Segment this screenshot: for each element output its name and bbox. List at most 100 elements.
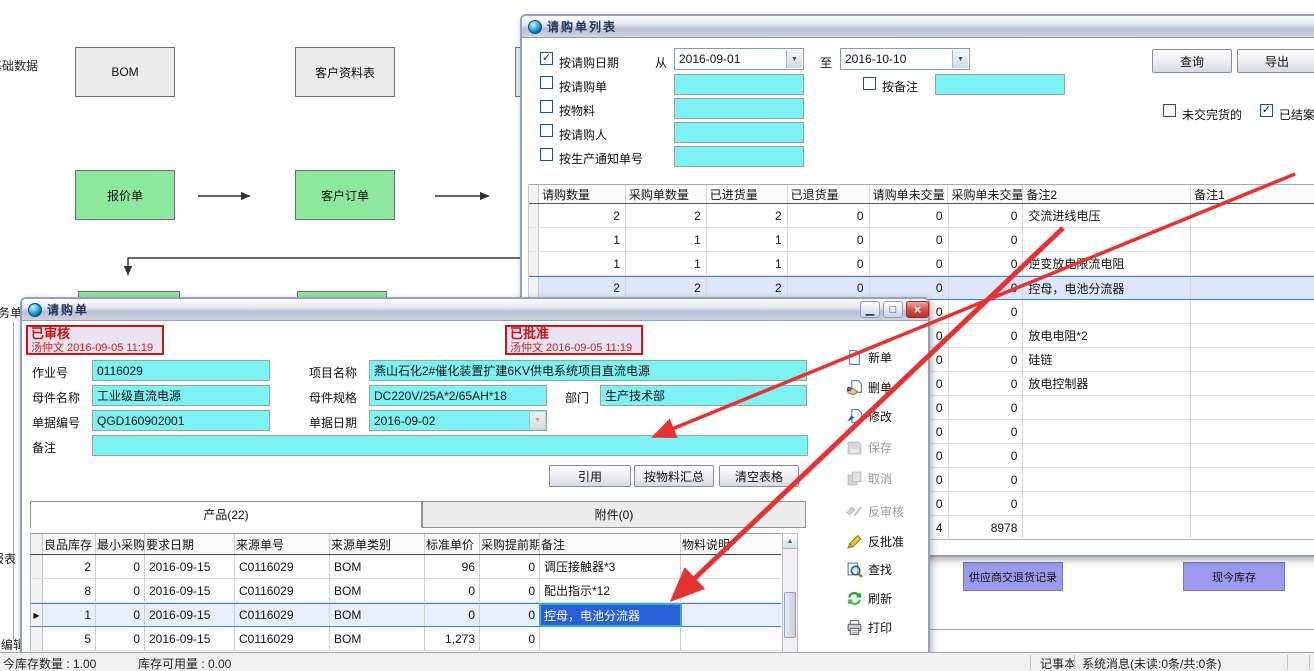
list-cell[interactable]: 逆变放电限流电阻 [1023, 252, 1191, 275]
tab-products[interactable]: 产品(22) [30, 501, 422, 528]
list-cell[interactable]: 0 [788, 252, 870, 275]
list-cell[interactable] [1191, 396, 1314, 419]
list-cell[interactable] [1023, 228, 1191, 251]
side-button-print[interactable]: 打印 [846, 616, 932, 638]
filter-by-material-checkbox[interactable]: ✓ [540, 100, 553, 113]
detail-cell[interactable]: 0 [96, 555, 145, 578]
detail-cell[interactable]: C0116029 [235, 579, 330, 602]
filter-by-requester-checkbox[interactable]: ✓ [540, 124, 553, 137]
list-column-header[interactable]: 已退货量 [788, 185, 870, 203]
close-button[interactable]: × [906, 301, 929, 318]
list-cell[interactable]: 0 [949, 300, 1024, 323]
flow-box-customer-info[interactable]: 客户资料表 [295, 47, 395, 97]
list-cell[interactable] [1023, 492, 1191, 515]
filter-requester-input[interactable] [674, 122, 804, 143]
detail-cell[interactable] [681, 579, 781, 602]
detail-column-header[interactable]: 备注 [540, 534, 681, 554]
detail-cell[interactable]: 0 [480, 555, 540, 578]
detail-cell[interactable]: BOM [330, 579, 425, 602]
list-cell[interactable]: 0 [949, 492, 1024, 515]
list-cell[interactable] [1191, 516, 1314, 539]
filter-notice-input[interactable] [674, 146, 804, 167]
detail-cell[interactable] [681, 555, 781, 578]
list-cell[interactable] [1191, 372, 1314, 395]
list-cell[interactable] [1191, 228, 1314, 251]
detail-cell[interactable]: 0 [480, 627, 540, 650]
list-cell[interactable] [1023, 396, 1191, 419]
list-cell[interactable]: 2 [707, 204, 788, 227]
query-button[interactable]: 查询 [1152, 49, 1232, 73]
detail-cell[interactable]: 控母，电池分流器 [540, 604, 681, 626]
list-cell[interactable]: 0 [949, 468, 1024, 491]
list-cell[interactable]: 硅链 [1023, 348, 1191, 371]
dropdown-arrow-icon[interactable]: ▼ [786, 50, 802, 68]
list-cell[interactable] [1023, 468, 1191, 491]
list-cell[interactable]: 1 [707, 252, 788, 275]
filter-by-notice-checkbox[interactable]: ✓ [540, 148, 553, 161]
detail-table-row[interactable]: 502016-09-15C0116029BOM1,2730 [31, 627, 781, 651]
detail-cell[interactable] [681, 604, 781, 626]
list-column-header[interactable]: 已进货量 [707, 185, 788, 203]
detail-table-row[interactable]: 202016-09-15C0116029BOM960调压接触器*3 [31, 555, 781, 579]
list-column-header[interactable]: 请购单未交量 [870, 185, 949, 203]
detail-cell[interactable]: C0116029 [235, 604, 330, 626]
list-cell[interactable]: 0 [788, 277, 870, 299]
list-cell[interactable]: 2 [707, 277, 788, 299]
job-no-field[interactable]: 0116029 [92, 360, 270, 381]
scroll-up-icon[interactable]: ▲ [783, 534, 797, 549]
detail-window-titlebar[interactable]: 请购单 ▁ □ × [22, 299, 928, 321]
detail-cell[interactable]: 2 [43, 555, 96, 578]
list-cell[interactable]: 0 [788, 204, 870, 227]
list-cell[interactable] [1191, 252, 1314, 275]
list-cell[interactable]: 1 [539, 228, 626, 251]
list-column-header[interactable]: 请购数量 [539, 185, 626, 203]
project-name-field[interactable]: 燕山石化2#催化装置扩建6KV供电系统项目直流电源 [369, 360, 807, 381]
detail-cell[interactable]: 0 [425, 604, 480, 626]
nav-label-business[interactable]: 业务单 [0, 304, 22, 321]
list-cell[interactable]: 交流进线电压 [1023, 204, 1191, 227]
filter-by-requisition-checkbox[interactable]: ✓ [540, 76, 553, 89]
detail-cell[interactable]: 0 [96, 627, 145, 650]
detail-cell[interactable]: 8 [43, 579, 96, 602]
list-cell[interactable]: 0 [949, 204, 1024, 227]
detail-table-row[interactable]: 802016-09-15C0116029BOM00配出指示*12 [31, 579, 781, 603]
list-cell[interactable]: 0 [949, 444, 1024, 467]
detail-cell[interactable]: 0 [96, 604, 145, 626]
detail-cell[interactable] [681, 627, 781, 650]
list-cell[interactable]: 0 [870, 277, 949, 299]
detail-column-header[interactable]: 最小采购 [96, 534, 145, 554]
list-cell[interactable] [1191, 420, 1314, 443]
detail-column-header[interactable]: 来源单类别 [330, 534, 425, 554]
detail-cell[interactable]: BOM [330, 627, 425, 650]
list-cell[interactable]: 0 [949, 324, 1024, 347]
list-cell[interactable] [1191, 468, 1314, 491]
filter-closed-checkbox[interactable]: ✓ [1260, 104, 1273, 117]
list-column-header[interactable]: 备注2 [1023, 185, 1191, 203]
list-cell[interactable]: 2 [626, 277, 707, 299]
list-cell[interactable]: 0 [949, 228, 1024, 251]
detail-cell[interactable]: 配出指示*12 [540, 579, 681, 602]
parent-spec-field[interactable]: DC220V/25A*2/65AH*18 [369, 385, 547, 406]
nav-label-basic-data[interactable]: 基础数据 [0, 57, 38, 74]
filter-remark-input[interactable] [935, 74, 1065, 95]
side-button-new-doc[interactable]: 新单 [846, 346, 932, 368]
detail-cell[interactable]: 2016-09-15 [145, 627, 235, 650]
detail-column-header[interactable]: 良品库存 [43, 534, 96, 554]
list-cell[interactable]: 1 [539, 252, 626, 275]
list-cell[interactable]: 放电控制器 [1023, 372, 1191, 395]
flow-box-customer-order[interactable]: 客户订单 [295, 170, 395, 220]
tab-attachments[interactable]: 附件(0) [422, 501, 806, 528]
summarize-by-material-button[interactable]: 按物料汇总 [634, 465, 714, 487]
side-button-refresh[interactable]: 刷新 [846, 587, 932, 609]
list-cell[interactable]: 0 [870, 252, 949, 275]
list-window-titlebar[interactable]: 请购单列表 [522, 16, 1314, 38]
doc-date-field[interactable]: 2016-09-02 ▼ [369, 410, 547, 431]
dropdown-arrow-icon[interactable]: ▼ [529, 412, 545, 429]
remark-field[interactable] [92, 435, 808, 456]
detail-cell[interactable]: 0 [480, 604, 540, 626]
doc-no-field[interactable]: QGD160902001 [92, 410, 270, 431]
statusbar-notepad[interactable]: 记事本 [1040, 655, 1076, 671]
list-cell[interactable] [1191, 444, 1314, 467]
detail-table-scrollbar[interactable]: ▲ [782, 533, 798, 671]
list-cell[interactable]: 放电电阻*2 [1023, 324, 1191, 347]
